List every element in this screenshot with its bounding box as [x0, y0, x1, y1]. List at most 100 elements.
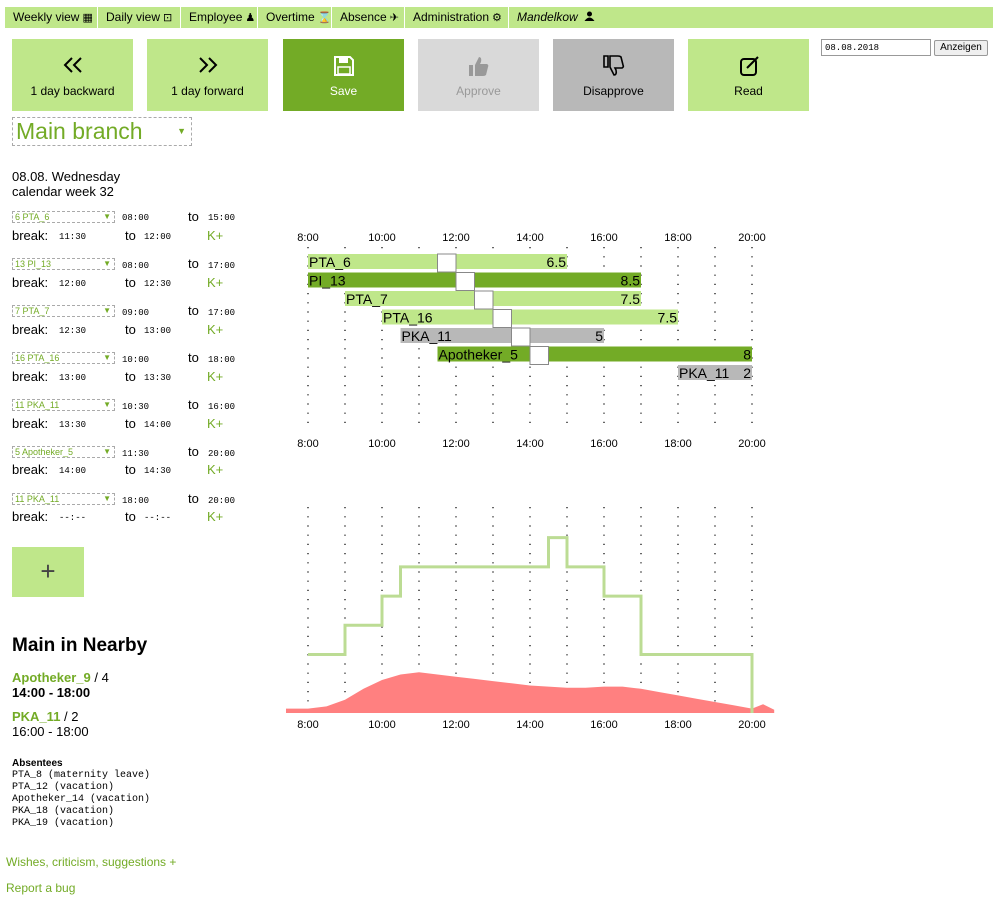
menu-absence[interactable]: Absence ✈: [332, 7, 405, 28]
break-start-input[interactable]: 12:30: [59, 326, 86, 336]
to-label: to: [125, 228, 136, 243]
top-menu-bar: Weekly view ▦ Daily view ⊡ Employee ♟ Overt…: [5, 7, 993, 28]
approve-button[interactable]: Approve: [418, 39, 539, 111]
shift-bar-label: Apotheker_5: [439, 347, 519, 363]
sick-button[interactable]: K+: [207, 416, 223, 431]
dropdown-caret-icon: ▼: [103, 212, 111, 221]
nearby-count: / 2: [64, 709, 79, 724]
shift-start-input[interactable]: 08:00: [122, 213, 149, 223]
schedule-chart: 8:00 10:00 12:00 14:00 16:00 18:00 20:00 8:00 10…: [286, 232, 775, 731]
employee-select[interactable]: 5 Apotheker_5 ▼: [12, 446, 115, 458]
person-icon: ♟: [245, 12, 256, 24]
break-end-input[interactable]: 14:30: [144, 466, 171, 476]
sick-button[interactable]: K+: [207, 509, 223, 524]
shift-start-input[interactable]: 10:00: [122, 355, 149, 365]
break-start-input[interactable]: 12:00: [59, 279, 86, 289]
to-label: to: [188, 397, 199, 412]
to-label: to: [125, 462, 136, 477]
read-button[interactable]: Read: [688, 39, 809, 111]
shift-hours-label: 6.5: [547, 254, 567, 270]
break-start-input[interactable]: 14:00: [59, 466, 86, 476]
to-label: to: [188, 444, 199, 459]
break-end-input[interactable]: --:--: [144, 513, 171, 523]
break-start-input[interactable]: 11:30: [59, 232, 86, 242]
report-bug-link[interactable]: Report a bug: [6, 881, 75, 895]
break-end-input[interactable]: 13:30: [144, 373, 171, 383]
break-end-input[interactable]: 12:00: [144, 232, 171, 242]
nearby-employee-link[interactable]: Apotheker_9: [12, 670, 91, 685]
break-label: break:: [12, 462, 49, 477]
add-shift-button[interactable]: +: [12, 547, 84, 597]
break-label: break:: [12, 509, 49, 524]
button-label: 1 day backward: [30, 84, 115, 98]
hour-tick-label: 8:00: [297, 719, 318, 731]
sick-button[interactable]: K+: [207, 228, 223, 243]
shift-bar-label: PKA_11: [679, 365, 730, 381]
sick-button[interactable]: K+: [207, 322, 223, 337]
shift-end-input[interactable]: 16:00: [208, 402, 235, 412]
shift-start-input[interactable]: 18:00: [122, 496, 149, 506]
sick-button[interactable]: K+: [207, 369, 223, 384]
break-marker: [511, 327, 531, 347]
shift-start-input[interactable]: 11:30: [122, 449, 149, 459]
break-end-input[interactable]: 13:00: [144, 326, 171, 336]
date-input[interactable]: [821, 39, 931, 56]
absentees-title: Absentees: [12, 758, 63, 769]
one-day-backward-button[interactable]: 1 day backward: [12, 39, 133, 111]
shift-bar-label: PTA_7: [346, 291, 388, 307]
demand-area: [286, 672, 775, 713]
shift-end-input[interactable]: 17:00: [208, 261, 235, 271]
calendar-week: calendar week 32: [12, 184, 114, 199]
hour-tick-label: 18:00: [664, 438, 692, 450]
show-button[interactable]: Anzeigen: [934, 40, 988, 56]
employee-select[interactable]: 13 PI_13 ▼: [12, 258, 115, 270]
menu-user[interactable]: Mandelkow: [509, 7, 599, 28]
menu-label: Daily view: [106, 10, 161, 24]
menu-administration[interactable]: Administration ⚙: [405, 7, 509, 28]
wishes-link[interactable]: Wishes, criticism, suggestions +: [6, 855, 176, 869]
shift-end-input[interactable]: 20:00: [208, 449, 235, 459]
nearby-title: Main in Nearby: [12, 635, 148, 656]
employee-select[interactable]: 16 PTA_16 ▼: [12, 352, 115, 364]
shift-end-input[interactable]: 15:00: [208, 213, 235, 223]
hourglass-icon: ⌛: [317, 12, 332, 24]
shift-hours-label: 5: [595, 328, 603, 344]
break-end-input[interactable]: 12:30: [144, 279, 171, 289]
break-start-input[interactable]: 13:00: [59, 373, 86, 383]
employee-select[interactable]: 11 PKA_11 ▼: [12, 399, 115, 411]
shift-end-input[interactable]: 17:00: [208, 308, 235, 318]
sick-button[interactable]: K+: [207, 275, 223, 290]
shift-end-input[interactable]: 20:00: [208, 496, 235, 506]
menu-overtime[interactable]: Overtime ⌛: [258, 7, 332, 28]
sick-button[interactable]: K+: [207, 462, 223, 477]
menu-label: Mandelkow: [517, 10, 578, 24]
shift-start-input[interactable]: 09:00: [122, 308, 149, 318]
menu-daily-view[interactable]: Daily view ⊡: [98, 7, 181, 28]
one-day-forward-button[interactable]: 1 day forward: [147, 39, 268, 111]
branch-select[interactable]: Main branch ▼: [12, 117, 192, 146]
gear-icon: ⚙: [492, 12, 502, 24]
employee-select[interactable]: 7 PTA_7 ▼: [12, 305, 115, 317]
shift-hours-label: 7.5: [621, 291, 641, 307]
break-start-input[interactable]: 13:30: [59, 420, 86, 430]
menu-weekly-view[interactable]: Weekly view ▦: [5, 7, 98, 28]
break-start-input[interactable]: --:--: [59, 513, 86, 523]
employee-select[interactable]: 11 PKA_11 ▼: [12, 493, 115, 505]
shift-start-input[interactable]: 08:00: [122, 261, 149, 271]
disapprove-button[interactable]: Disapprove: [553, 39, 674, 111]
shift-end-input[interactable]: 18:00: [208, 355, 235, 365]
break-marker: [492, 309, 512, 328]
double-chevron-left-icon: [12, 55, 133, 79]
save-button[interactable]: Save: [283, 39, 404, 111]
hour-tick-label: 20:00: [738, 232, 766, 244]
thumbs-down-icon: [553, 55, 674, 79]
break-end-input[interactable]: 14:00: [144, 420, 171, 430]
break-marker: [455, 272, 475, 291]
nearby-employee-link[interactable]: PKA_11: [12, 709, 60, 724]
menu-employee[interactable]: Employee ♟: [181, 7, 258, 28]
menu-label: Absence: [340, 10, 387, 24]
hour-tick-label: 16:00: [590, 232, 618, 244]
shift-start-input[interactable]: 10:30: [122, 402, 149, 412]
employee-select[interactable]: 6 PTA_6 ▼: [12, 211, 115, 223]
break-label: break:: [12, 228, 49, 243]
